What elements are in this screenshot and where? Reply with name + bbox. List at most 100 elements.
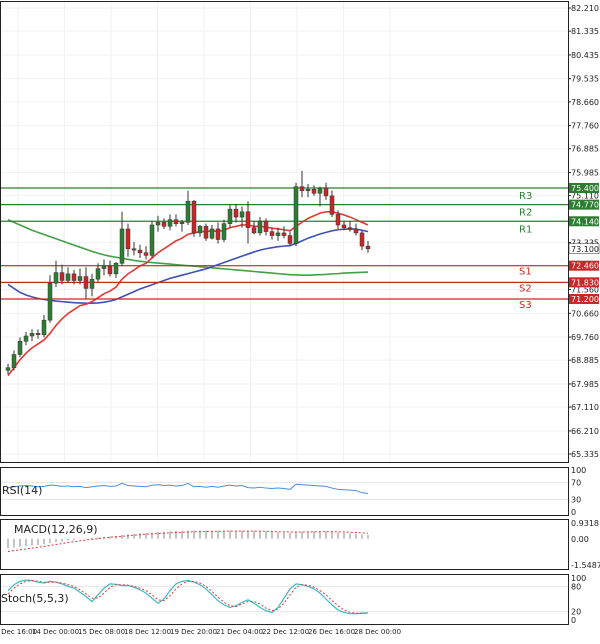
rsi-tick-label: 70 [571,479,581,488]
time-axis-label: 18 Dec 12:00 [124,628,171,636]
candle-body-up [155,222,161,226]
price-tick-label: 65.335 [571,450,599,459]
rsi-tick-label: 100 [571,466,586,475]
candle-body-up [47,282,53,321]
candle-body-up [275,232,281,236]
macd-tick-label: -1.5487 [571,561,600,570]
chart-canvas[interactable]: 82.210 81.335 80.435 79.535 78.660 77.760 76.8… [0,0,600,640]
candle-body-up [227,208,233,224]
candle-body-down [329,195,335,215]
candle-body-down [299,186,305,191]
candle-body-up [41,319,47,335]
rsi-label: RSI(14) [2,484,42,497]
price-tick-label: 67.110 [571,403,599,412]
candle-body-down [365,245,371,250]
price-tick-label: 76.885 [571,145,599,154]
time-axis-label: 28 Dec 00:00 [354,628,401,636]
candle-body-up [257,220,263,234]
candle-body-up [23,335,29,342]
candle-body-up [29,333,35,337]
time-axis-label: 21 Dec 04:00 [216,628,263,636]
candle-body-down [287,235,293,244]
rsi-tick-label: 30 [571,495,581,504]
level-label-r1: R1 [519,224,532,235]
candle-body-down [359,232,365,247]
candle-body-up [209,228,215,239]
price-tick-label: 82.210 [571,4,599,13]
candle-body-down [191,200,197,234]
level-price-tag-text: 75.400 [571,184,599,193]
candle-body-down [173,219,179,224]
candle-body-down [245,211,251,228]
candle-body-down [125,228,131,250]
candle-body-down [143,252,149,256]
candle-body-down [263,220,269,232]
level-price-tag-text: 71.830 [571,278,599,287]
candle-body-down [323,187,329,197]
candle-body-down [251,227,257,234]
candle-body-down [341,224,347,228]
candle-body-down [71,273,77,281]
level-label-r2: R2 [519,208,532,219]
level-price-tag-text: 74.770 [571,201,599,210]
level-price-tag-text: 71.200 [571,295,599,304]
price-tick-label: 70.660 [571,309,599,318]
candle-body-up [239,211,245,218]
rsi-tick-label: 0 [571,508,576,517]
time-axis-label: 15 Dec 08:00 [78,628,125,636]
candle-body-down [353,228,359,234]
price-tick-label: 75.985 [571,169,599,178]
candle-body-up [167,219,173,227]
time-axis-label: 19 Dec 20:00 [170,628,217,636]
candle-body-up [119,228,125,264]
candle-body-down [233,208,239,218]
candle-body-down [335,214,341,226]
candle-body-down [137,249,143,253]
candle-body-up [17,341,23,355]
candle-body-up [179,222,185,224]
price-tick-label: 77.760 [571,122,599,131]
level-label-s3: S3 [519,300,532,311]
candle-body-up [305,189,311,191]
candle-body-up [293,186,299,244]
candle-body-down [59,272,65,281]
macd-tick-label: 0.9318 [571,519,599,528]
stoch-label: Stoch(5,5,3) [1,592,69,605]
price-tick-label: 78.660 [571,98,599,107]
forex-chart-window: 82.210 81.335 80.435 79.535 78.660 77.760 76.8… [0,0,600,640]
candle-body-up [95,268,101,280]
candle-body-down [107,265,113,275]
time-axis-label: 22 Dec 12:00 [262,628,309,636]
price-tick-label: 81.335 [571,27,599,36]
price-tick-label: 69.760 [571,333,599,342]
candle-body-down [269,231,275,236]
candle-body-up [101,265,107,269]
price-tick-label: 80.435 [571,51,599,60]
candle-body-up [221,223,227,240]
price-tick-label: 67.985 [571,380,599,389]
candle-body-up [53,272,59,284]
candle-body-up [185,200,191,223]
candle-body-up [11,354,17,368]
time-axis-label: 14 Dec 00:00 [32,628,79,636]
candle-body-up [65,273,71,281]
price-tick-label: 79.535 [571,75,599,84]
panel-frame-1 [0,467,569,516]
macd-tick-label: 0.00 [571,535,589,544]
candle-body-down [131,248,137,251]
level-price-tag-text: 74.140 [571,217,599,226]
candle-body-down [347,227,353,230]
candle-body-down [281,232,287,236]
stoch-tick-label: 0 [571,616,576,625]
candle-body-up [317,187,323,194]
level-price-tag-text: 72.460 [571,262,599,271]
candle-body-up [5,367,11,371]
time-axis-label: 26 Dec 16:00 [308,628,355,636]
candle-body-up [89,278,95,289]
price-tick-label: 66.210 [571,427,599,436]
price-tick-label: 68.885 [571,356,599,365]
level-label-r3: R3 [519,191,532,202]
candle-body-down [161,222,167,227]
price-tick-label: 75.110 [571,192,599,201]
candle-body-down [311,189,317,194]
